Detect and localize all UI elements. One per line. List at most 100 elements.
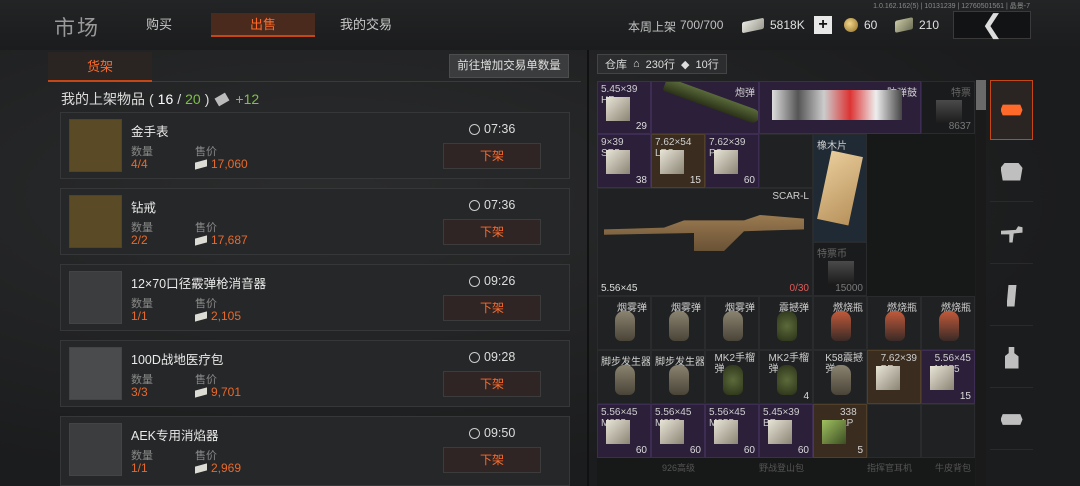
ammo-slot[interactable]: 338 AP 5	[813, 404, 867, 458]
listing-item[interactable]: 100D战地医疗包 数量 售价 3/3 9,701 09:28 下架	[60, 340, 570, 407]
clock-icon	[469, 427, 480, 439]
empty-slot[interactable]	[867, 404, 921, 458]
grenade-slot[interactable]: 烟雾弹	[597, 296, 651, 350]
grenade-slot[interactable]: K58震撼 弹	[813, 350, 867, 404]
medkit-icon	[69, 347, 122, 400]
gadget-slot[interactable]: 脚步发生器	[651, 350, 705, 404]
rifle-slot[interactable]: SCAR-L 5.56×45 0/30	[597, 188, 813, 296]
category-magazines[interactable]	[990, 266, 1033, 326]
footstep-generator-icon	[669, 365, 689, 395]
cell-name: 特票币	[817, 249, 847, 260]
ammo-slot[interactable]: 7.62×39 BP	[867, 350, 921, 404]
item-price: 2,105	[195, 309, 241, 323]
ammo-slot[interactable]: 5.56×45 M85560	[705, 404, 759, 458]
grenade-slot[interactable]: 震撼弹	[759, 296, 813, 350]
gadget-slot[interactable]: 脚步发生器	[597, 350, 651, 404]
category-weapons[interactable]	[990, 204, 1033, 264]
oak-plank-slot[interactable]: 橡木片	[813, 134, 867, 242]
scroll-thumb[interactable]	[976, 80, 986, 110]
empty-slot[interactable]	[759, 134, 813, 188]
tab-warehouse[interactable]: 仓库 ⌂ 230行 ◆ 10行	[597, 54, 727, 74]
ticket-value: 210	[919, 18, 940, 32]
delist-button[interactable]: 下架	[443, 219, 541, 245]
grenade-slot[interactable]: 燃烧瓶	[921, 296, 975, 350]
category-helmets[interactable]	[990, 390, 1033, 450]
item-timer: 09:50	[469, 426, 515, 440]
footstep-generator-icon	[615, 365, 635, 395]
back-button[interactable]: ❮	[953, 11, 1031, 39]
token-slot[interactable]: 特票 8637	[921, 81, 975, 134]
cash-icon	[742, 17, 764, 33]
top-bar: 市场 购买 出售 我的交易 1.0.162.162(5) | 10131239 …	[0, 0, 1080, 50]
ammo-slot[interactable]: 5.56×45 M85560	[651, 404, 705, 458]
delist-button[interactable]: 下架	[443, 295, 541, 321]
grenade-slot[interactable]: 烟雾弹	[705, 296, 759, 350]
item-name: 钻戒	[131, 201, 157, 215]
tab-my-trades[interactable]: 我的交易	[330, 13, 402, 37]
rocket-slot[interactable]: 炮弹	[651, 81, 759, 134]
cell-count: 5	[857, 445, 863, 456]
delist-button[interactable]: 下架	[443, 143, 541, 169]
warehouse-label: 仓库	[605, 59, 627, 71]
cell-count: 60	[743, 175, 755, 186]
grenade-slot[interactable]: MK2手榴 弹	[705, 350, 759, 404]
grenade-slot[interactable]: 燃烧瓶	[867, 296, 921, 350]
ammo-slot[interactable]: 5.45×39 BP60	[759, 404, 813, 458]
delist-button[interactable]: 下架	[443, 447, 541, 473]
cell-name: 926高级	[662, 463, 696, 473]
frag-grenade-icon	[777, 365, 797, 395]
armor-slot[interactable]: 防弹鼓	[759, 81, 921, 134]
magazine-icon	[828, 261, 854, 285]
listing-item[interactable]: 12×70口径霰弹枪消音器 数量 售价 1/1 2,105 09:26 下架	[60, 264, 570, 331]
price-value: 9,701	[211, 385, 242, 399]
cell-count: 0/30	[789, 283, 809, 294]
tag-icon: ◆	[681, 58, 690, 71]
item-name: 100D战地医疗包	[131, 353, 224, 367]
listing-item[interactable]: 钻戒 数量 售价 2/2 17,687 07:36 下架	[60, 188, 570, 255]
bottle-icon	[1004, 346, 1019, 369]
grenade-slot[interactable]: 燃烧瓶	[813, 296, 867, 350]
cell-name: 指挥官耳机	[867, 463, 913, 473]
helmet-icon	[1000, 414, 1023, 425]
add-cash-button[interactable]: +	[814, 16, 832, 34]
empty-slot[interactable]	[921, 404, 975, 458]
cash-icon	[195, 158, 207, 170]
tab-buy[interactable]: 购买	[126, 13, 192, 37]
item-price: 17,687	[195, 233, 248, 247]
cell-count: 15	[959, 391, 971, 402]
tab-shelf[interactable]: 货架	[48, 52, 152, 82]
category-armor[interactable]	[990, 142, 1033, 202]
item-qty: 2/2	[131, 233, 148, 247]
home-icon: ⌂	[633, 58, 640, 70]
grenade-slot[interactable]: MK2手榴 弹4	[759, 350, 813, 404]
ammo-box-icon	[930, 366, 954, 390]
time-value: 09:28	[484, 350, 516, 364]
add-slot-button[interactable]: 前往增加交易单数量	[449, 54, 569, 78]
tab-sell[interactable]: 出售	[211, 13, 315, 37]
cell-count: 60	[743, 445, 755, 456]
token-slot[interactable]: 特票币 15000	[813, 242, 867, 296]
cell-count: 60	[797, 445, 809, 456]
time-value: 09:26	[484, 274, 516, 288]
category-consumables[interactable]	[990, 328, 1033, 388]
ammo-slot[interactable]: 5.56×45 M85560	[597, 404, 651, 458]
grenade-slot[interactable]: 烟雾弹	[651, 296, 705, 350]
stack-icon	[1000, 104, 1023, 116]
suppressor-icon	[69, 271, 122, 324]
listing-item[interactable]: AEK专用消焰器 数量 售价 1/1 2,969 09:50 下架	[60, 416, 570, 486]
item-qty: 3/3	[131, 385, 148, 399]
cash-icon	[195, 462, 207, 474]
flashbang-icon	[777, 311, 797, 341]
delist-button[interactable]: 下架	[443, 371, 541, 397]
ammo-slot[interactable]: 5.45×39 HP 29	[597, 81, 651, 134]
inventory-scrollbar[interactable]	[976, 80, 986, 486]
ammo-box-icon	[876, 366, 900, 390]
ammo-slot[interactable]: 7.62×39 PS 60	[705, 134, 759, 188]
plank-icon	[817, 150, 863, 226]
listing-item[interactable]: 金手表 数量 售价 4/4 17,060 07:36 下架	[60, 112, 570, 179]
ammo-slot[interactable]: 7.62×54 LPS 15	[651, 134, 705, 188]
ammo-slot[interactable]: 9×39 SP5 38	[597, 134, 651, 188]
category-all[interactable]	[990, 80, 1033, 140]
ammo-slot[interactable]: 5.56×45 M85515	[921, 350, 975, 404]
ammo-box-icon	[822, 420, 846, 444]
